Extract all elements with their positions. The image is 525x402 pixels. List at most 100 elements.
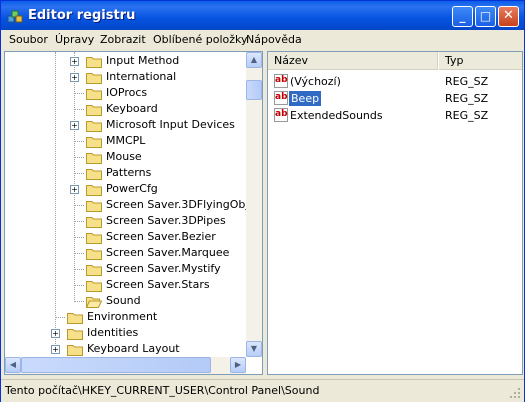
tree-guide-line [74,205,84,206]
expand-icon[interactable]: + [70,73,79,82]
menu-favorites[interactable]: Oblíbené položky [153,33,248,46]
menu-help[interactable]: Nápověda [246,33,302,46]
scroll-right-button[interactable]: ▶ [230,357,246,373]
value-type: REG_SZ [445,109,489,122]
maximize-icon: □ [479,9,492,23]
value-row[interactable]: ab ExtendedSounds REG_SZ [268,107,522,124]
scroll-thumb[interactable] [21,357,211,373]
tree-item[interactable]: + International [5,69,246,85]
value-type: REG_SZ [445,75,489,88]
folder-icon [86,105,102,116]
folder-icon [86,217,102,228]
folder-icon [67,329,83,340]
values-panel[interactable]: Název Typ ab (Výchozí) REG_SZ ab Beep RE… [267,51,523,375]
expand-icon[interactable]: + [70,185,79,194]
tree-horizontal-scrollbar[interactable]: ◀ ▶ [5,357,246,374]
tree-item[interactable]: + Microsoft Input Devices [5,117,246,133]
tree-item-label: Identities [87,326,139,339]
maximize-button[interactable]: □ [475,6,496,27]
regedit-icon [7,10,23,23]
folder-icon [86,137,102,148]
window-title: Editor registru [28,8,136,23]
value-name: Beep [289,91,322,106]
folder-icon [67,345,83,356]
menu-edit[interactable]: Úpravy [55,33,94,46]
folder-icon [86,233,102,244]
menu-bar: Soubor Úpravy Zobrazit Oblíbené položky … [1,30,524,50]
menu-file[interactable]: Soubor [9,33,48,46]
close-button[interactable]: ✕ [498,6,519,27]
arrow-down-icon: ▼ [250,344,258,353]
tree-item[interactable]: MMCPL [5,133,246,149]
expand-icon[interactable]: + [70,121,79,130]
folder-icon [86,265,102,276]
tree-item[interactable]: Screen Saver.Bezier [5,229,246,245]
tree-item-label: Mouse [106,150,142,163]
tree-item-label: International [106,70,177,83]
tree-item[interactable]: Patterns [5,165,246,181]
column-header-name[interactable]: Název [268,52,438,70]
folder-icon [86,73,102,84]
tree-item[interactable]: Environment [5,309,246,325]
tree-item[interactable]: Screen Saver.Mystify [5,261,246,277]
key-tree-panel[interactable]: + Input Method + International IOProcs K… [4,51,263,375]
tree-guide-line [74,237,84,238]
tree-guide-line [74,173,84,174]
open-folder-icon [86,297,102,308]
tree-item[interactable]: Screen Saver.Stars [5,277,246,293]
tree-item-label: Keyboard Layout [87,342,180,355]
column-header-label: Typ [445,54,464,67]
tree-guide-line [74,269,84,270]
scroll-down-button[interactable]: ▼ [246,341,262,357]
folder-icon [86,121,102,132]
tree-item[interactable]: Screen Saver.3DPipes [5,213,246,229]
minimize-button[interactable]: _ [452,6,473,27]
arrow-right-icon: ▶ [234,360,242,369]
scroll-up-button[interactable]: ▲ [246,52,262,68]
resize-grip-icon[interactable] [509,387,521,399]
value-row-selected[interactable]: ab Beep REG_SZ [268,90,522,107]
tree-item-label: Screen Saver.Mystify [106,262,221,275]
tree-guide-line [74,141,84,142]
tree-item[interactable]: IOProcs [5,85,246,101]
string-value-icon: ab [274,91,288,105]
expand-icon[interactable]: + [70,57,79,66]
value-row[interactable]: ab (Výchozí) REG_SZ [268,73,522,90]
arrow-up-icon: ▲ [250,55,258,64]
tree-content: + Input Method + International IOProcs K… [5,52,246,357]
tree-item[interactable]: + Input Method [5,53,246,69]
tree-item-label: Environment [87,310,158,323]
menu-view[interactable]: Zobrazit [100,33,146,46]
tree-item-selected[interactable]: Sound [5,293,246,309]
string-value-icon: ab [274,74,288,88]
tree-guide-line [55,317,65,318]
tree-item-label: Screen Saver.Stars [106,278,210,291]
tree-vertical-scrollbar[interactable]: ▲ ▼ [246,52,262,357]
tree-item[interactable]: + Keyboard Layout [5,341,246,357]
tree-item-label: Input Method [106,54,180,67]
folder-icon [67,313,83,324]
expand-icon[interactable]: + [51,345,60,354]
tree-item[interactable]: + PowerCfg [5,181,246,197]
tree-item[interactable]: + Identities [5,325,246,341]
tree-item-label: Sound [106,294,141,307]
column-header-type[interactable]: Typ [439,52,522,70]
tree-item[interactable]: Keyboard [5,101,246,117]
tree-item[interactable]: Screen Saver.3DFlyingObj [5,197,246,213]
status-bar: Tento počítač\HKEY_CURRENT_USER\Control … [1,379,524,402]
tree-guide-line [74,253,84,254]
tree-item[interactable]: Screen Saver.Marquee [5,245,246,261]
scroll-thumb[interactable] [246,80,262,100]
tree-item[interactable]: Mouse [5,149,246,165]
tree-item-label: Screen Saver.Marquee [106,246,230,259]
tree-guide-line [74,93,84,94]
tree-item-label: IOProcs [106,86,148,99]
folder-icon [86,281,102,292]
folder-icon [86,249,102,260]
tree-item-label: Keyboard [106,102,158,115]
expand-icon[interactable]: + [51,329,60,338]
scroll-left-button[interactable]: ◀ [5,357,21,373]
tree-guide-line [74,285,84,286]
title-bar[interactable]: Editor registru _ □ ✕ [1,1,524,30]
registry-editor-window: Editor registru _ □ ✕ Soubor Úpravy Zobr… [0,0,525,402]
